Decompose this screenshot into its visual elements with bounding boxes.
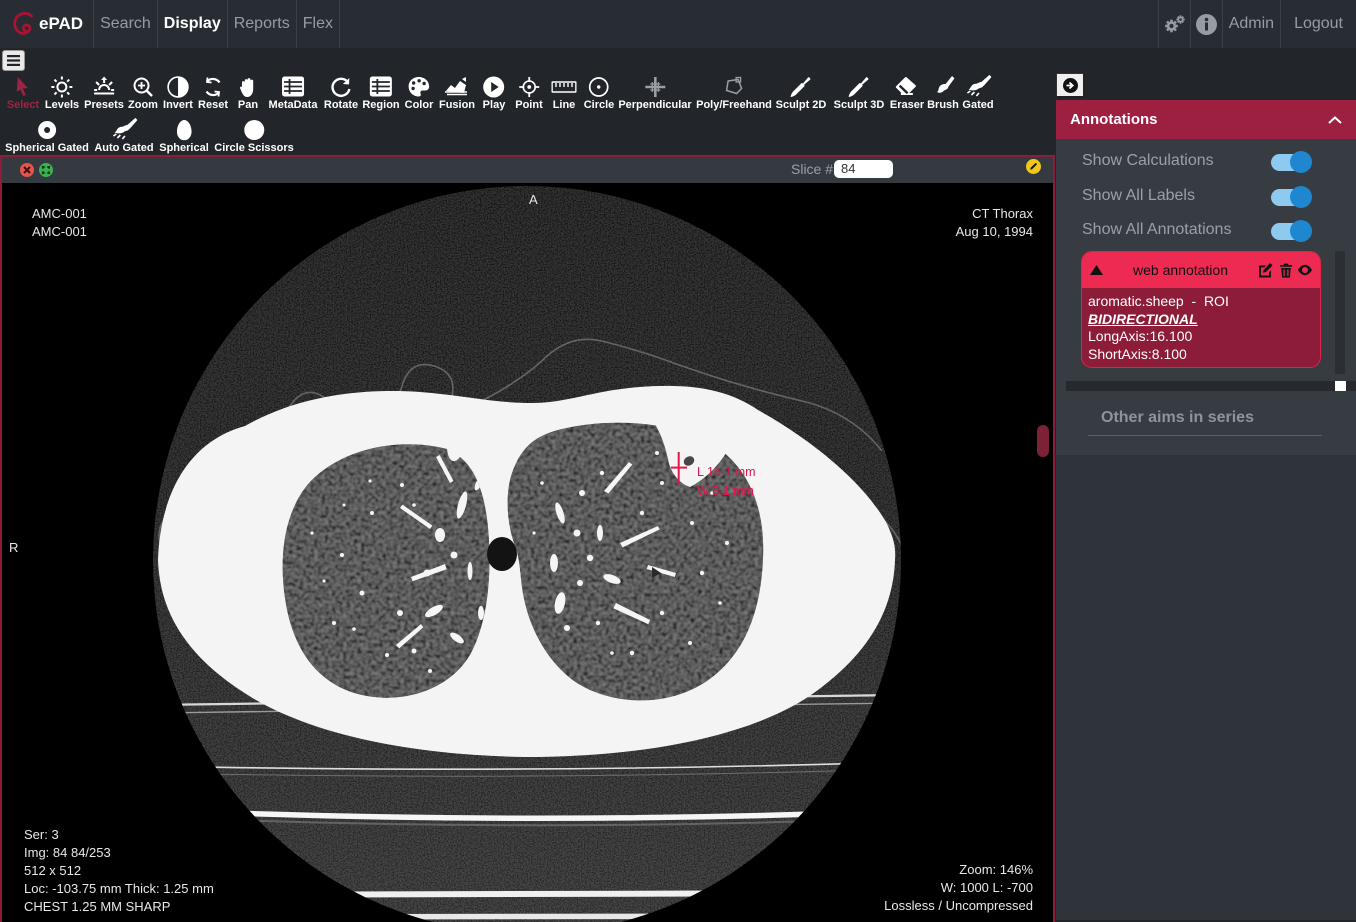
svg-text:W 8.1 mm: W 8.1 mm xyxy=(697,484,754,498)
svg-text:L 16.1 mm: L 16.1 mm xyxy=(697,465,756,479)
